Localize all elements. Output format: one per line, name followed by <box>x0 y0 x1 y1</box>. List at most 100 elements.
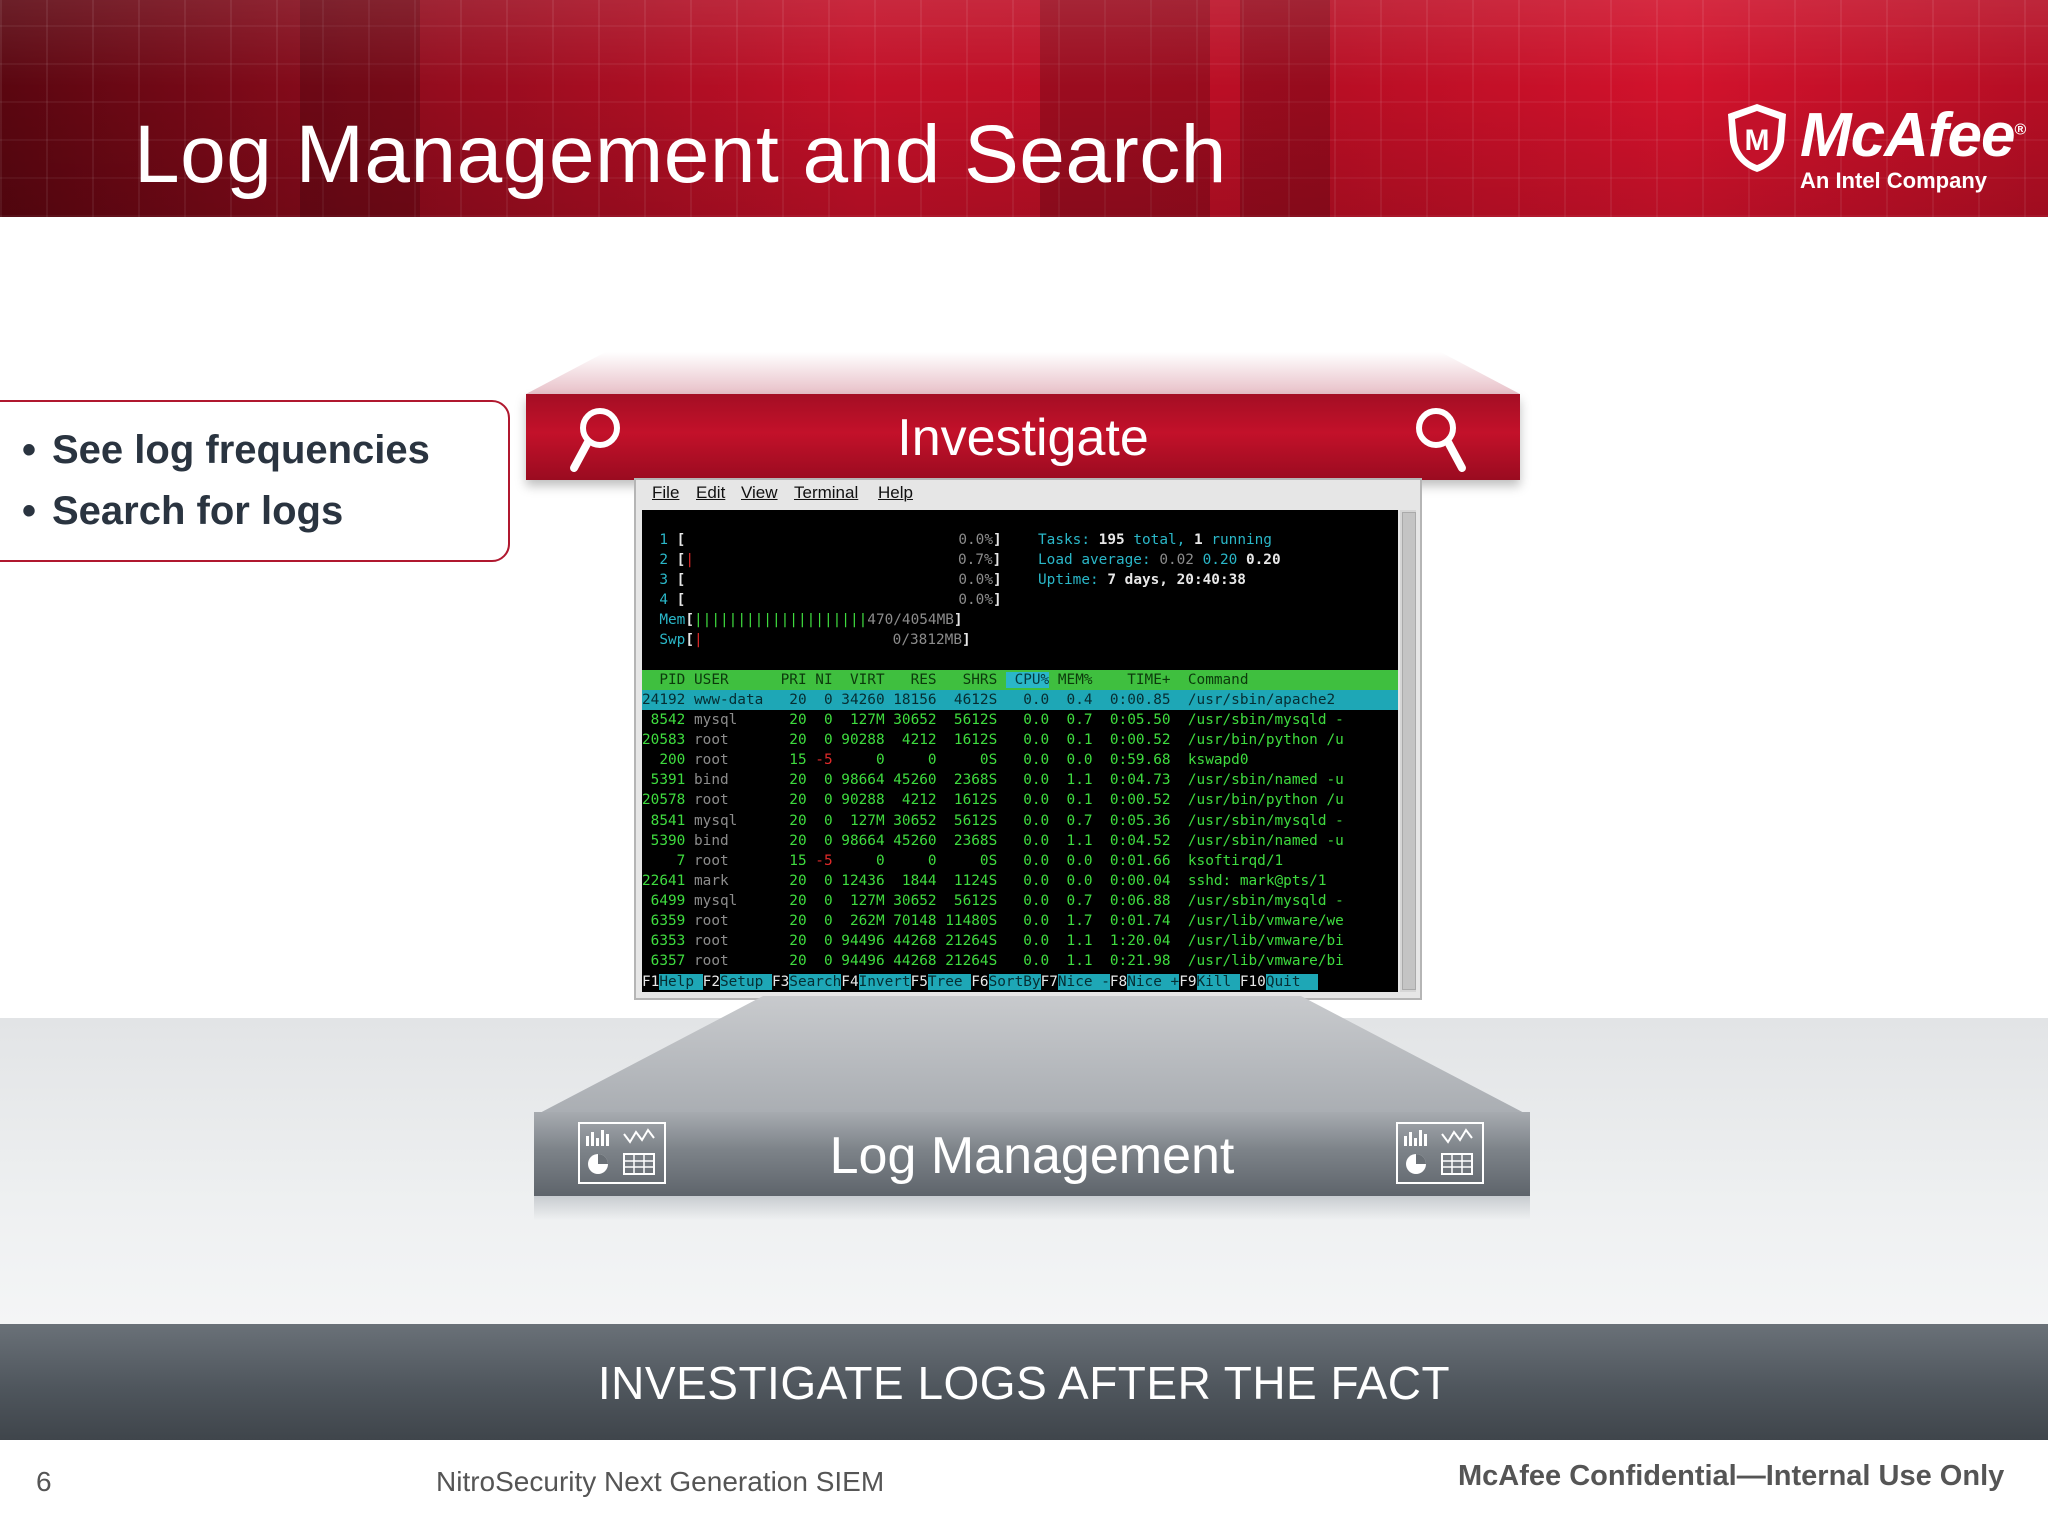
process-cell: mysql <box>685 812 772 829</box>
menu-help[interactable]: Help <box>878 483 913 503</box>
fkey-label[interactable]: Setup <box>719 974 772 990</box>
menu-edit[interactable]: Edit <box>696 483 725 503</box>
process-cell: 20 <box>771 772 807 789</box>
table-row[interactable]: 6357 root 20 0 94496 44268 21264S 0.0 1.… <box>642 951 1398 971</box>
fkey-f8[interactable]: F8 <box>1110 974 1127 990</box>
column-header-pid[interactable]: PID <box>642 672 685 688</box>
fkey-f9[interactable]: F9 <box>1179 974 1196 990</box>
process-cell: 94496 <box>832 953 885 970</box>
tasks-meter: Tasks: 195 total, 1 running <box>1038 530 1398 550</box>
fkey-label[interactable]: SortBy <box>988 974 1041 990</box>
fkey-label[interactable]: Nice - <box>1057 974 1110 990</box>
table-row[interactable]: 22641 mark 20 0 12436 1844 1124S 0.0 0.0… <box>642 871 1398 891</box>
menu-terminal[interactable]: Terminal <box>794 483 858 503</box>
mcafee-logo: M McAfee® An Intel Company <box>1722 100 2026 200</box>
table-row[interactable]: 5391 bind 20 0 98664 45260 2368S 0.0 1.1… <box>642 770 1398 790</box>
process-cell: 0.0 <box>1005 772 1050 789</box>
process-cell: 1844 <box>884 872 937 889</box>
fkey-label[interactable]: Search <box>789 974 842 990</box>
process-cell: 18156 <box>884 692 937 708</box>
process-cell: 0 <box>806 872 833 889</box>
process-cell: root <box>685 913 772 929</box>
fkey-f4[interactable]: F4 <box>841 974 858 990</box>
fkey-f7[interactable]: F7 <box>1041 974 1058 990</box>
process-cell: 4212 <box>884 792 937 809</box>
table-row[interactable]: 7 root 15 -5 0 0 0S 0.0 0.0 0:01.66 ksof… <box>642 851 1398 871</box>
table-row[interactable]: 20583 root 20 0 90288 4212 1612S 0.0 0.1… <box>642 730 1398 750</box>
fkey-f6[interactable]: F6 <box>971 974 988 990</box>
uptime-value: 7 days, 20:40:38 <box>1107 572 1246 588</box>
column-header-res[interactable]: RES <box>885 672 937 688</box>
process-cell: 20578 <box>642 792 686 809</box>
process-cell: 30652 <box>884 812 937 829</box>
fkey-f3[interactable]: F3 <box>772 974 789 990</box>
fkey-label[interactable]: Quit <box>1265 974 1318 990</box>
menu-file[interactable]: File <box>652 483 679 503</box>
table-row[interactable]: 6353 root 20 0 94496 44268 21264S 0.0 1.… <box>642 931 1398 951</box>
cpu-meter: 4 [0.0%] <box>659 592 1002 608</box>
process-cell: 0 <box>806 832 833 849</box>
table-row[interactable]: 6359 root 20 0 262M 70148 11480S 0.0 1.7… <box>642 911 1398 931</box>
process-cell: 22641 <box>642 872 686 889</box>
table-row[interactable]: 20578 root 20 0 90288 4212 1612S 0.0 0.1… <box>642 790 1398 810</box>
process-cell: 0 <box>936 852 989 869</box>
fkey-f2[interactable]: F2 <box>703 974 720 990</box>
table-row[interactable]: 8541 mysql 20 0 127M 30652 5612S 0.0 0.7… <box>642 811 1398 831</box>
fkey-label[interactable]: Kill <box>1196 974 1240 990</box>
investigate-banner-top <box>526 352 1520 394</box>
process-cell: 0.7 <box>1049 812 1093 829</box>
column-header-s[interactable]: S <box>989 672 1006 688</box>
column-header-pri[interactable]: PRI <box>772 672 807 688</box>
fkey-label[interactable]: Tree <box>927 974 972 990</box>
process-cell: /usr/sbin/named -u <box>1179 832 1344 849</box>
process-cell: 4212 <box>884 732 937 749</box>
process-cell: /usr/lib/vmware/bi <box>1179 933 1344 950</box>
fkey-f1[interactable]: F1 <box>642 974 659 990</box>
process-cell: S <box>988 933 1006 950</box>
cpu-percent: 0.0% <box>958 592 993 608</box>
fkey-label[interactable]: Nice + <box>1127 974 1180 990</box>
process-cell: 20 <box>771 732 807 749</box>
menu-view[interactable]: View <box>741 483 778 503</box>
table-row[interactable]: 8542 mysql 20 0 127M 30652 5612S 0.0 0.7… <box>642 710 1398 730</box>
column-header-time[interactable]: TIME+ <box>1093 672 1180 688</box>
process-cell: 0.0 <box>1005 892 1050 909</box>
process-cell: 70148 <box>884 913 937 929</box>
process-cell: 5612 <box>936 812 989 829</box>
process-cell: /usr/sbin/apache2 <box>1179 692 1336 708</box>
column-header-mem[interactable]: MEM% <box>1049 672 1093 688</box>
process-cell: 8541 <box>642 812 686 829</box>
column-header-ni[interactable]: NI <box>807 672 832 688</box>
process-cell: 24192 <box>642 692 686 708</box>
column-header-shr[interactable]: SHR <box>937 672 989 688</box>
feature-list: • See log frequencies • Search for logs <box>22 428 430 550</box>
table-row[interactable]: 5390 bind 20 0 98664 45260 2368S 0.0 1.1… <box>642 831 1398 851</box>
fkey-label[interactable]: Invert <box>858 974 911 990</box>
process-cell: 127M <box>832 892 885 909</box>
column-header-cpu[interactable]: CPU% <box>1005 672 1050 688</box>
htop-screen[interactable]: 1 [0.0%] 2 [| 0.7%] 3 [0.0%] 4 [0.0%] Mem… <box>642 510 1398 992</box>
process-cell: 20 <box>771 953 807 970</box>
fkey-label[interactable]: Help <box>659 974 703 990</box>
process-cell: 0:00.85 <box>1092 692 1180 708</box>
column-header-command[interactable]: Command <box>1179 672 1249 688</box>
column-header-virt[interactable]: VIRT <box>833 672 885 688</box>
fkey-f5[interactable]: F5 <box>911 974 928 990</box>
process-column-header[interactable]: PID USER PRI NI VIRT RES SHRS CPU% MEM% … <box>642 670 1398 690</box>
bullet-icon: • <box>22 428 37 472</box>
fkey-f10[interactable]: F10 <box>1240 974 1266 990</box>
terminal-scrollbar[interactable] <box>1400 510 1416 992</box>
process-cell: S <box>988 732 1006 749</box>
cpu-percent: 0.0% <box>958 572 993 588</box>
process-cell: sshd: mark@pts/1 <box>1179 872 1327 889</box>
table-row-selected[interactable]: 24192 www-data 20 0 34260 18156 4612S 0.… <box>642 690 1398 710</box>
process-cell: 262M <box>832 913 885 929</box>
table-row[interactable]: 200 root 15 -5 0 0 0S 0.0 0.0 0:59.68 ks… <box>642 750 1398 770</box>
table-row[interactable]: 6499 mysql 20 0 127M 30652 5612S 0.0 0.7… <box>642 891 1398 911</box>
column-header-user[interactable]: USER <box>685 672 772 688</box>
scrollbar-thumb[interactable] <box>1402 512 1416 990</box>
process-cell: 1.1 <box>1049 953 1093 970</box>
tasks-running: 1 <box>1193 532 1203 548</box>
process-cell: root <box>685 732 772 749</box>
cpu-percent: 0.7% <box>958 552 993 568</box>
